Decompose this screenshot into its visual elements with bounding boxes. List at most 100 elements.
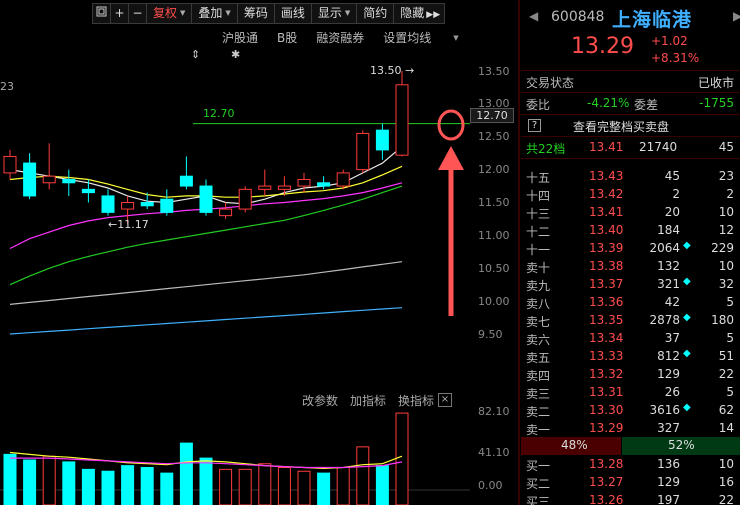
volume-bar xyxy=(317,472,331,505)
ask-row[interactable]: 十四 13.42 2 2 xyxy=(521,186,740,204)
full-book-link[interactable]: 查看完整档买卖盘 xyxy=(573,118,669,135)
separator xyxy=(521,92,740,93)
level-count: 12 xyxy=(718,223,734,237)
level-label: 买三 xyxy=(526,495,551,505)
volume-bar xyxy=(101,470,115,505)
ask-row[interactable]: 卖九 13.37 321 ◆ 32 xyxy=(521,276,740,294)
level-volume: 136 xyxy=(657,457,680,471)
total-volume: 21740 xyxy=(639,140,678,154)
level-label: 卖三 xyxy=(526,387,551,401)
y-tick: 12.50 xyxy=(478,130,510,143)
separator xyxy=(521,114,740,115)
bid-row[interactable]: 买一 13.28 136 10 xyxy=(521,456,740,474)
level-volume: 26 xyxy=(664,385,680,399)
switch-indicator-button[interactable]: 换指标 xyxy=(398,392,434,409)
volume-bar xyxy=(258,463,272,505)
change-params-button[interactable]: 改参数 xyxy=(302,392,338,409)
ask-row[interactable]: 十二 13.40 184 12 xyxy=(521,222,740,240)
level-count: 23 xyxy=(718,169,734,183)
total-price: 13.41 xyxy=(589,140,624,154)
level-volume: 2064 xyxy=(649,241,680,255)
volume-bar xyxy=(160,472,174,505)
ask-row[interactable]: 卖八 13.36 42 5 xyxy=(521,294,740,312)
high-value: 13.50 xyxy=(370,64,402,77)
level-volume: 3616 xyxy=(649,403,680,417)
level-label: 卖九 xyxy=(526,279,551,293)
level-label: 卖一 xyxy=(526,423,551,437)
change-percent: +8.31% xyxy=(651,51,700,65)
candle-body xyxy=(356,132,370,171)
close-indicator-button[interactable]: × xyxy=(438,393,452,407)
candle-body xyxy=(160,198,174,213)
candle-body xyxy=(277,185,291,190)
volume-bar xyxy=(219,468,233,505)
level-volume: 2878 xyxy=(649,313,680,327)
ask-row[interactable]: 卖六 13.34 37 5 xyxy=(521,330,740,348)
level-count: 10 xyxy=(718,259,734,273)
candle-body xyxy=(219,208,233,217)
level-price: 13.42 xyxy=(589,187,624,201)
y-tick: 11.50 xyxy=(478,196,510,209)
level-price: 13.35 xyxy=(589,313,624,327)
ask-row[interactable]: 卖二 13.30 3616 ◆ 62 xyxy=(521,402,740,420)
level-volume: 45 xyxy=(664,169,680,183)
level-volume: 132 xyxy=(657,259,680,273)
level-label: 卖七 xyxy=(526,315,551,329)
quote-panel: ◀ 600848 上海临港 ▶ 13.29 +1.02 +8.31% 交易状态 … xyxy=(521,0,740,505)
level-count: 22 xyxy=(718,493,734,505)
ask-row[interactable]: 卖三 13.31 26 5 xyxy=(521,384,740,402)
y-tick: 10.00 xyxy=(478,295,510,308)
bid-row[interactable]: 买二 13.27 129 16 xyxy=(521,474,740,492)
low-label: ←11.17 xyxy=(108,218,149,231)
prev-stock-icon[interactable]: ◀ xyxy=(529,9,538,23)
candle-body xyxy=(317,182,331,187)
ask-row[interactable]: 十一 13.39 2064 ◆ 229 xyxy=(521,240,740,258)
level-label: 卖十 xyxy=(526,261,551,275)
ask-row[interactable]: 卖四 13.32 129 22 xyxy=(521,366,740,384)
bid-row[interactable]: 买三 13.26 197 22 xyxy=(521,492,740,505)
add-indicator-button[interactable]: 加指标 xyxy=(350,392,386,409)
volume-bar xyxy=(199,457,213,505)
candle-body xyxy=(179,175,193,187)
level-volume: 129 xyxy=(657,367,680,381)
level-count: 229 xyxy=(711,241,734,255)
stock-code: 600848 xyxy=(551,9,605,25)
ask-row[interactable]: 卖七 13.35 2878 ◆ 180 xyxy=(521,312,740,330)
level-price: 13.43 xyxy=(589,169,624,183)
level-label: 卖五 xyxy=(526,351,551,365)
ask-row[interactable]: 卖一 13.29 327 14 xyxy=(521,420,740,438)
level-volume: 37 xyxy=(664,331,680,345)
level-price: 13.41 xyxy=(589,205,624,219)
weibi-label: 委比 xyxy=(526,98,551,112)
high-label: 13.50 → xyxy=(370,64,415,77)
weibi-value: -4.21% xyxy=(587,96,630,110)
diamond-icon: ◆ xyxy=(683,240,691,251)
diamond-icon: ◆ xyxy=(683,348,691,359)
level-label: 卖二 xyxy=(526,405,551,419)
level-count: 10 xyxy=(718,205,734,219)
candlestick-chart[interactable] xyxy=(0,0,470,390)
level-volume: 812 xyxy=(657,349,680,363)
ask-row[interactable]: 卖五 13.33 812 ◆ 51 xyxy=(521,348,740,366)
total-levels-label: 共22档 xyxy=(526,142,566,156)
vol-y-tick: 0.00 xyxy=(478,479,503,492)
volume-bar xyxy=(238,468,252,505)
volume-bar xyxy=(179,442,193,505)
volume-bar xyxy=(277,466,291,505)
ask-row[interactable]: 卖十 13.38 132 10 xyxy=(521,258,740,276)
volume-chart[interactable] xyxy=(0,410,470,505)
level-count: 2 xyxy=(726,187,734,201)
level-label: 卖四 xyxy=(526,369,551,383)
full-book-row[interactable]: ? 查看完整档买卖盘 xyxy=(521,117,740,135)
ask-row[interactable]: 十五 13.43 45 23 xyxy=(521,168,740,186)
last-price: 13.29 xyxy=(571,34,634,59)
level-label: 十三 xyxy=(526,207,551,221)
next-stock-icon[interactable]: ▶ xyxy=(733,9,740,23)
separator xyxy=(521,70,740,71)
weibi-row: 委比 -4.21% 委差 -1755 xyxy=(521,95,740,113)
ask-row[interactable]: 十三 13.41 20 10 xyxy=(521,204,740,222)
sell-ratio-label: 48% xyxy=(561,438,588,452)
level-count: 62 xyxy=(718,403,734,417)
candle-body xyxy=(23,162,37,197)
ma-line-blue xyxy=(9,307,403,335)
